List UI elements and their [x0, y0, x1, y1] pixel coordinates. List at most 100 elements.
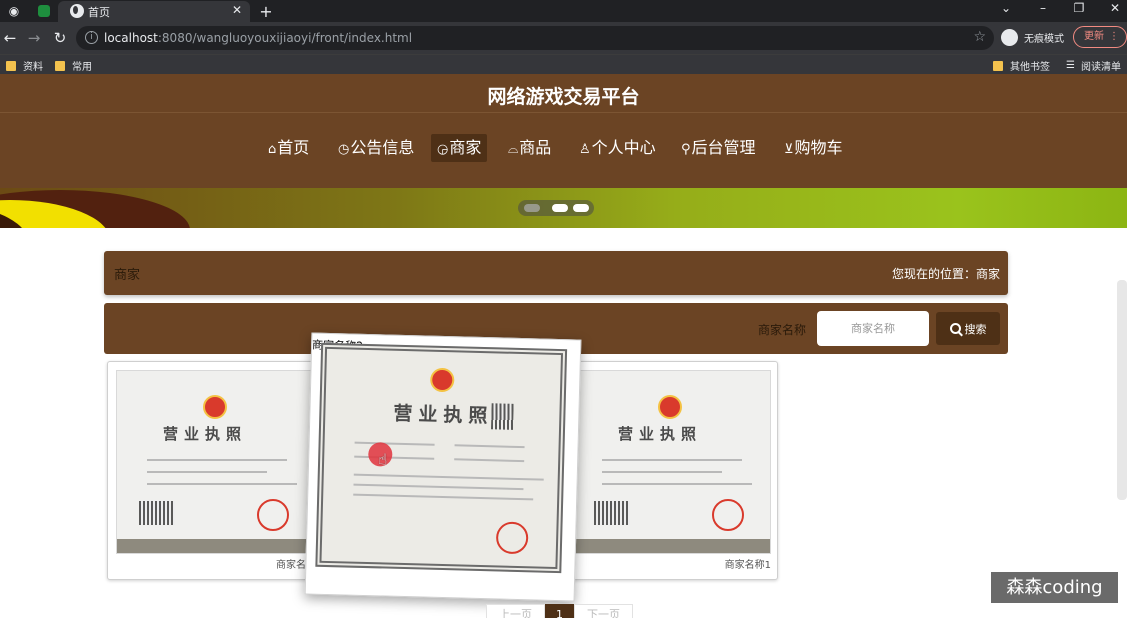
nav-item-admin[interactable]: ⚲后台管理 [675, 134, 762, 162]
url-field[interactable]: i localhost:8080/wangluoyouxijiaoyi/fron… [76, 26, 994, 50]
search-label: 商家名称 [758, 323, 807, 337]
nav-label: 商家 [449, 138, 482, 157]
search-button[interactable]: 搜索 [936, 312, 1000, 345]
carousel-indicators [518, 200, 594, 216]
prev-page-button[interactable]: 上一页 [486, 604, 545, 618]
bookmark-folder-ziliao[interactable]: 资料 [6, 58, 43, 73]
folder-icon [55, 60, 65, 71]
main-nav: ⌂首页 ◷公告信息 ◶商家 ⌓商品 ♙个人中心 ⚲后台管理 ⊻购物车 [0, 134, 1127, 164]
seal-icon [495, 521, 529, 555]
merchant-license-image: 营业执照 [116, 370, 316, 554]
back-icon[interactable]: ← [0, 28, 20, 48]
new-tab-icon[interactable]: + [258, 2, 274, 21]
breadcrumb: 商家 您现在的位置：商家 [104, 251, 1008, 295]
carousel-dot[interactable] [524, 204, 540, 212]
bookmark-star-icon[interactable]: ☆ [973, 29, 986, 45]
bookmark-label: 阅读清单 [1080, 62, 1121, 73]
reading-list-icon: ☰ [1066, 60, 1075, 71]
license-text-line [602, 483, 752, 485]
license-text-line [147, 459, 287, 461]
gauge-icon: ◶ [437, 142, 449, 157]
tab-title: 首页 [88, 6, 110, 19]
seal-icon [712, 499, 744, 531]
qr-code-icon [491, 403, 514, 430]
link-icon: ⚲ [681, 142, 691, 157]
active-tab[interactable]: 首页 ✕ [58, 1, 250, 22]
chevron-down-icon[interactable]: ⌄ [996, 0, 1016, 16]
seal-icon [257, 499, 289, 531]
nav-item-home[interactable]: ⌂首页 [262, 134, 315, 162]
license-text-line [354, 455, 435, 460]
merchant-card-hovered[interactable]: 营业执照 ☝ 商家名称2 [304, 332, 582, 602]
bookmark-label: 其他书签 [1010, 62, 1050, 73]
license-text-line [147, 471, 267, 473]
bookmarks-bar: 资料 常用 其他书签 ☰ 阅读清单 [0, 54, 1127, 74]
nav-item-announcements[interactable]: ◷公告信息 [332, 134, 420, 162]
site-info-icon[interactable]: i [85, 31, 98, 44]
next-page-button[interactable]: 下一页 [574, 604, 633, 618]
bookmark-label: 资料 [23, 62, 43, 73]
incognito-icon [1001, 28, 1018, 46]
merchant-license-image: 营业执照 [571, 370, 771, 554]
page-scrollbar[interactable] [1117, 280, 1127, 500]
window-menu-icon[interactable]: ◉ [6, 3, 22, 19]
merchant-name[interactable]: 商家名称1 [725, 556, 771, 571]
location-current[interactable]: 商家 [976, 267, 1000, 281]
update-label: 更新 [1084, 31, 1104, 42]
license-text-line [353, 483, 524, 491]
merchant-card[interactable]: 营业执照 商家名称1 [560, 361, 778, 580]
carousel-dot[interactable] [552, 204, 568, 212]
emblem-icon [429, 367, 455, 393]
reload-icon[interactable]: ↻ [50, 28, 70, 48]
home-icon: ⌂ [268, 142, 277, 157]
incognito-indicator[interactable]: 无痕模式 [1001, 27, 1064, 47]
license-text-line [454, 444, 525, 449]
nav-label: 公告信息 [350, 138, 415, 157]
emblem-icon [203, 395, 227, 419]
location-prefix: 您现在的位置： [891, 267, 976, 281]
user-icon: ♙ [579, 142, 591, 157]
qr-code-icon [594, 501, 630, 525]
globe-icon [70, 4, 84, 18]
bookmark-folder-changyong[interactable]: 常用 [55, 58, 92, 73]
nav-item-profile[interactable]: ♙个人中心 [573, 134, 662, 162]
more-menu-icon[interactable]: ⋮ [1109, 27, 1119, 47]
forward-icon[interactable]: → [24, 28, 44, 48]
merchant-license-image: 营业执照 ☝ [315, 342, 568, 574]
photo-background [117, 539, 315, 553]
other-bookmarks[interactable]: 其他书签 [993, 58, 1050, 73]
license-title: 营业执照 [393, 402, 494, 428]
license-text-line [353, 493, 534, 501]
nav-item-merchants[interactable]: ◶商家 [431, 134, 488, 162]
qr-code-icon [139, 501, 175, 525]
spreadsheet-tab-icon[interactable] [38, 5, 50, 17]
nav-item-products[interactable]: ⌓商品 [502, 134, 557, 162]
search-icon [949, 323, 961, 334]
update-button[interactable]: 更新 ⋮ [1073, 26, 1127, 48]
minimize-icon[interactable]: – [1033, 0, 1053, 16]
clock-icon: ◷ [338, 142, 350, 157]
browser-tab-strip: ◉ 首页 ✕ + ⌄ – ❐ ✕ [0, 0, 1127, 22]
reading-list[interactable]: ☰ 阅读清单 [1066, 58, 1121, 73]
close-window-icon[interactable]: ✕ [1105, 0, 1125, 16]
video-watermark: 森森coding [991, 572, 1118, 603]
nav-label: 个人中心 [591, 138, 656, 157]
url-path: :8080/wangluoyouxijiaoyi/front/index.htm… [157, 31, 413, 45]
license-text-line [602, 471, 722, 473]
merchant-card[interactable]: 营业执照 商家名称 [107, 361, 323, 580]
bookmark-label: 常用 [72, 62, 92, 73]
folder-icon [993, 60, 1003, 71]
folder-icon [6, 60, 16, 71]
merchant-name-input[interactable] [817, 311, 929, 346]
nav-label: 后台管理 [691, 138, 756, 157]
restore-icon[interactable]: ❐ [1069, 0, 1089, 16]
banner-carousel[interactable] [0, 188, 1127, 228]
carousel-dot[interactable] [573, 204, 589, 212]
current-page[interactable]: 1 [545, 604, 574, 618]
header-divider [0, 112, 1127, 113]
nav-label: 购物车 [794, 138, 843, 157]
nav-item-cart[interactable]: ⊻购物车 [778, 134, 849, 162]
license-title: 营业执照 [618, 425, 703, 443]
close-tab-icon[interactable]: ✕ [232, 3, 242, 17]
url-text: localhost:8080/wangluoyouxijiaoyi/front/… [104, 31, 412, 45]
